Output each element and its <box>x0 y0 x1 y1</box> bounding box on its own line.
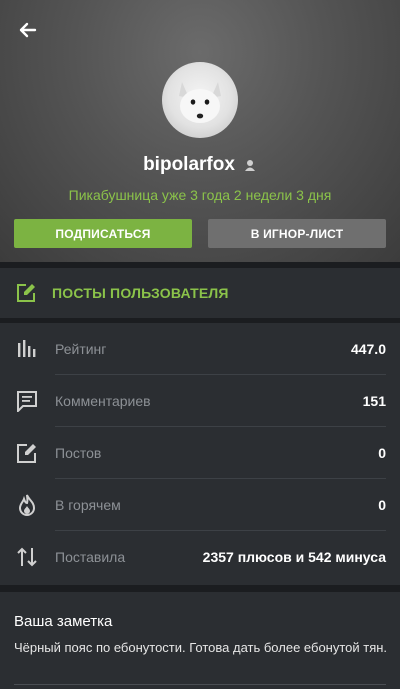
stat-label: Поставила <box>55 549 126 565</box>
back-arrow-icon[interactable] <box>14 16 42 44</box>
ignore-list-button[interactable]: В ИГНОР-ЛИСТ <box>208 219 386 248</box>
username-row: bipolarfox <box>0 152 400 178</box>
profile-header: bipolarfox Пикабушница уже 3 года 2 неде… <box>0 0 400 262</box>
comment-icon <box>16 390 38 414</box>
edit-icon <box>16 283 36 303</box>
stat-label: Комментариев <box>55 393 151 409</box>
female-user-icon <box>243 158 257 172</box>
note-text: Чёрный пояс по ебонутости. Готова дать б… <box>14 640 388 655</box>
edit-icon <box>16 442 38 464</box>
note-title: Ваша заметка <box>14 613 113 630</box>
stat-value: 2357 плюсов и 542 минуса <box>202 549 386 565</box>
stat-row-hot: В горячем 0 <box>0 479 400 531</box>
username: bipolarfox <box>143 154 235 175</box>
subscribe-button[interactable]: ПОДПИСАТЬСЯ <box>14 219 192 248</box>
user-posts-link[interactable]: ПОСТЫ ПОЛЬЗОВАТЕЛЯ <box>0 268 400 318</box>
stat-row-rating: Рейтинг 447.0 <box>0 323 400 375</box>
stats-list: Рейтинг 447.0 Комментариев 151 Постов 0 <box>0 323 400 585</box>
stat-row-posts: Постов 0 <box>0 427 400 479</box>
user-posts-label: ПОСТЫ ПОЛЬЗОВАТЕЛЯ <box>52 285 229 301</box>
stat-row-comments: Комментариев 151 <box>0 375 400 427</box>
stat-value: 151 <box>362 393 386 409</box>
user-note[interactable]: Ваша заметка Чёрный пояс по ебонутости. … <box>0 592 400 689</box>
stat-value: 0 <box>378 445 386 461</box>
stat-value: 0 <box>378 497 386 513</box>
note-underline <box>14 684 386 685</box>
sort-arrows-icon <box>16 546 38 568</box>
stat-label: Постов <box>55 445 102 461</box>
flame-icon <box>16 494 38 516</box>
avatar[interactable] <box>162 62 238 138</box>
tenure-text: Пикабушница уже 3 года 2 недели 3 дня <box>68 187 332 203</box>
stat-value: 447.0 <box>350 341 386 357</box>
bar-chart-icon <box>16 338 38 360</box>
stat-row-votes: Поставила 2357 плюсов и 542 минуса <box>0 531 400 583</box>
stat-label: В горячем <box>55 497 121 513</box>
stat-label: Рейтинг <box>55 341 107 357</box>
